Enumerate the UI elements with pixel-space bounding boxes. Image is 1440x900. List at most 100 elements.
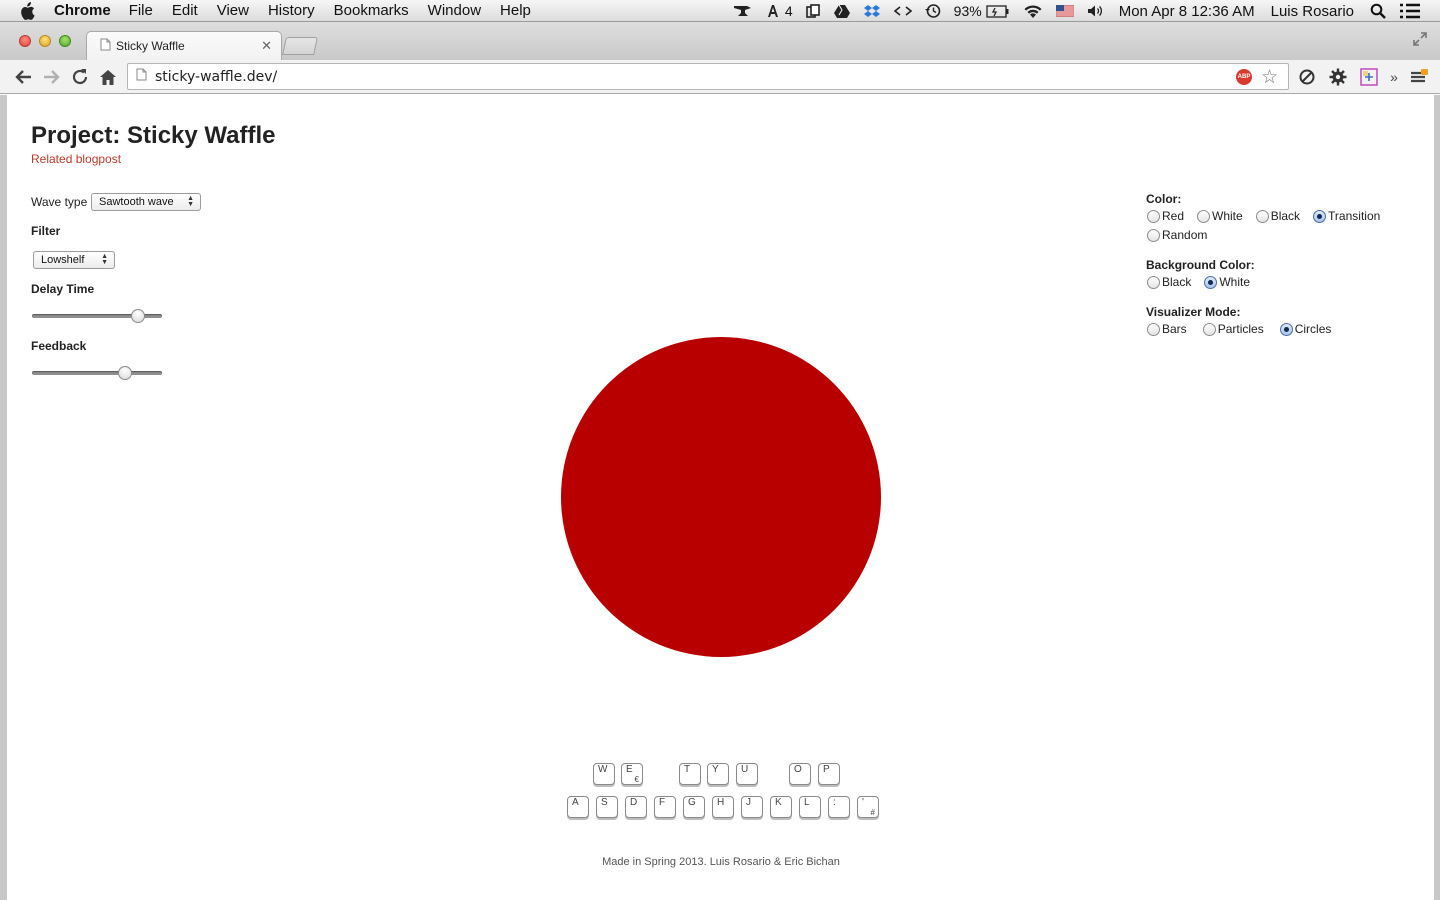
filter-label: Filter — [31, 224, 61, 238]
omnibox[interactable]: sticky-waffle.dev/ ABP ☆ — [127, 63, 1289, 90]
radio-button[interactable] — [1279, 322, 1293, 336]
anvil-icon[interactable] — [733, 4, 753, 18]
window-resizer-extension-icon[interactable] — [1358, 66, 1380, 88]
radio-button[interactable] — [1147, 322, 1160, 336]
close-window-button[interactable] — [19, 35, 31, 47]
radio-button[interactable] — [1202, 322, 1216, 336]
key-label: : — [833, 797, 836, 808]
forward-arrow-icon[interactable] — [40, 66, 62, 88]
extensions-overflow-icon[interactable]: » — [1383, 66, 1405, 88]
piano-key[interactable]: K — [770, 796, 792, 818]
radio-button[interactable] — [1313, 209, 1327, 223]
bg-radio-black[interactable]: Black — [1147, 275, 1191, 289]
radio-button[interactable] — [1197, 209, 1211, 223]
fullscreen-icon[interactable] — [1412, 31, 1428, 52]
piano-key[interactable]: F — [654, 796, 676, 818]
minimize-window-button[interactable] — [39, 35, 51, 47]
radio-button[interactable] — [1147, 275, 1160, 289]
piano-key[interactable]: T — [679, 763, 701, 785]
slider-thumb[interactable] — [117, 366, 132, 380]
tab-close-icon[interactable]: ✕ — [261, 38, 272, 54]
radio-label: White — [1212, 209, 1243, 223]
piano-key[interactable]: P — [818, 763, 840, 785]
color-radio-white[interactable]: White — [1197, 209, 1243, 223]
filter-select[interactable]: Lowshelf ▲ ▼ — [33, 251, 115, 269]
related-blogpost-link[interactable]: Related blogpost — [31, 152, 121, 166]
copy-icon[interactable] — [805, 3, 821, 19]
piano-key[interactable]: Y — [707, 763, 729, 785]
radio-button[interactable] — [1255, 209, 1269, 223]
zoom-window-button[interactable] — [59, 35, 71, 47]
bookmark-star-icon[interactable]: ☆ — [1261, 66, 1278, 89]
page-icon — [136, 68, 147, 86]
piano-key[interactable]: : — [828, 796, 850, 818]
menu-edit[interactable]: Edit — [172, 2, 198, 19]
us-flag-icon[interactable] — [1055, 5, 1074, 17]
piano-key[interactable]: S — [596, 796, 618, 818]
piano-key[interactable]: ' # — [857, 796, 879, 818]
color-radio-random[interactable]: Random — [1147, 228, 1207, 242]
delay-time-slider[interactable] — [32, 308, 162, 324]
clock[interactable]: Mon Apr 8 12:36 AM — [1119, 3, 1255, 20]
home-icon[interactable] — [97, 66, 119, 88]
spotlight-search-icon[interactable] — [1370, 3, 1386, 19]
piano-key[interactable]: D — [625, 796, 647, 818]
menu-bookmarks[interactable]: Bookmarks — [334, 2, 409, 19]
wave-type-value: Sawtooth wave — [99, 196, 174, 208]
color-radio-black[interactable]: Black — [1255, 209, 1300, 223]
adium-icon[interactable]: 4 — [766, 3, 793, 19]
wave-type-select[interactable]: Sawtooth wave ▲ ▼ — [91, 193, 201, 211]
code-icon[interactable] — [893, 5, 912, 17]
radio-label: Black — [1162, 275, 1192, 289]
color-radio-red[interactable]: Red — [1147, 209, 1184, 223]
piano-key[interactable]: O — [789, 763, 811, 785]
dropbox-icon[interactable] — [863, 4, 881, 19]
google-drive-icon[interactable] — [833, 4, 850, 18]
user-name[interactable]: Luis Rosario — [1271, 3, 1354, 20]
battery-indicator[interactable]: 93% — [954, 3, 1010, 19]
menu-help[interactable]: Help — [500, 2, 531, 19]
apple-icon[interactable] — [19, 1, 37, 20]
menu-window[interactable]: Window — [428, 2, 481, 19]
slider-thumb[interactable] — [130, 309, 145, 323]
color-radio-transition[interactable]: Transition — [1313, 209, 1380, 223]
adblock-icon[interactable]: ABP — [1236, 69, 1252, 85]
tab-sticky-waffle[interactable]: Sticky Waffle ✕ — [86, 31, 282, 60]
wifi-icon[interactable] — [1023, 4, 1043, 19]
piano-key[interactable]: W — [593, 763, 615, 785]
radio-button[interactable] — [1147, 209, 1160, 223]
radio-button[interactable] — [1147, 228, 1160, 242]
reload-icon[interactable] — [69, 66, 91, 88]
piano-key[interactable]: G — [683, 796, 705, 818]
radio-label: Red — [1162, 209, 1185, 223]
volume-icon[interactable] — [1087, 4, 1103, 18]
chrome-menu-icon[interactable] — [1408, 66, 1430, 88]
key-label: H — [717, 797, 725, 808]
menu-file[interactable]: File — [129, 2, 153, 19]
tab-title: Sticky Waffle — [116, 39, 185, 53]
time-machine-icon[interactable] — [924, 3, 941, 19]
menu-view[interactable]: View — [217, 2, 249, 19]
color-label: Color: — [1146, 192, 1182, 206]
piano-key[interactable]: A — [567, 796, 589, 818]
mode-radio-particles[interactable]: Particles — [1202, 322, 1264, 336]
piano-key[interactable]: U — [736, 763, 758, 785]
piano-key[interactable]: E € — [621, 763, 643, 785]
piano-key[interactable]: H — [712, 796, 734, 818]
mode-radio-group: Bars Particles Circles — [1147, 322, 1344, 336]
settings-gear-icon[interactable] — [1327, 66, 1349, 88]
key-label: Y — [712, 764, 719, 775]
piano-key[interactable]: L — [799, 796, 821, 818]
sync-extension-icon[interactable] — [1296, 66, 1318, 88]
radio-button[interactable] — [1204, 275, 1218, 289]
feedback-slider[interactable] — [32, 365, 162, 381]
new-tab-button[interactable] — [282, 37, 318, 55]
menu-history[interactable]: History — [268, 2, 315, 19]
mode-radio-circles[interactable]: Circles — [1279, 322, 1331, 336]
piano-key[interactable]: J — [741, 796, 763, 818]
bg-radio-white[interactable]: White — [1204, 275, 1250, 289]
back-arrow-icon[interactable] — [13, 66, 35, 88]
menu-app-chrome[interactable]: Chrome — [54, 2, 111, 19]
notification-center-icon[interactable] — [1399, 3, 1421, 19]
mode-radio-bars[interactable]: Bars — [1147, 322, 1187, 336]
